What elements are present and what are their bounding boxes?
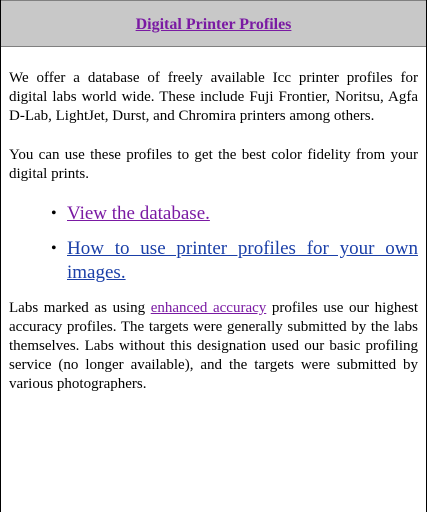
how-to-use-profiles-link[interactable]: How to use printer profiles for your own…	[67, 238, 418, 283]
view-database-link[interactable]: View the database.	[67, 203, 210, 224]
labs-text-before: Labs marked as using	[9, 300, 151, 316]
bullet-icon: •	[51, 240, 57, 257]
panel-title-link[interactable]: Digital Printer Profiles	[136, 16, 292, 33]
enhanced-accuracy-link[interactable]: enhanced accuracy	[151, 300, 267, 316]
panel-content: We offer a database of freely available …	[1, 69, 426, 394]
bullet-icon: •	[51, 205, 57, 222]
printer-profiles-panel: Digital Printer Profiles We offer a data…	[0, 0, 427, 512]
panel-header: Digital Printer Profiles	[1, 0, 426, 47]
intro-paragraph-2: You can use these profiles to get the be…	[9, 147, 418, 182]
list-item: • How to use printer profiles for your o…	[51, 237, 418, 285]
intro-paragraph-1: We offer a database of freely available …	[9, 70, 418, 124]
link-list: • View the database. • How to use printe…	[9, 202, 418, 285]
list-item: • View the database.	[51, 202, 418, 226]
labs-paragraph: Labs marked as using enhanced accuracy p…	[9, 299, 418, 394]
